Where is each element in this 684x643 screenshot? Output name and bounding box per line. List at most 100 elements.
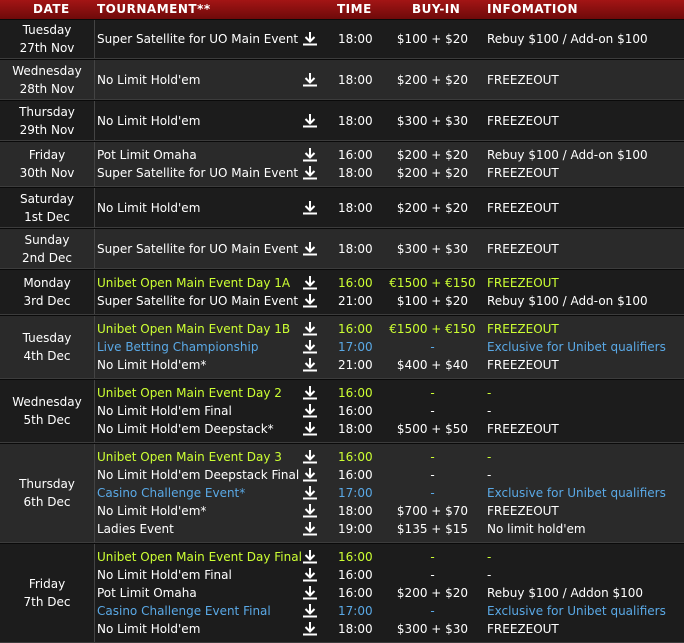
event-row: Unibet Open Main Event Day 3 16:00- - xyxy=(95,448,684,466)
event-buyin: - xyxy=(430,450,435,464)
event-info: FREEZEOUT xyxy=(487,422,559,436)
event-info: FREEZEOUT xyxy=(487,166,559,180)
tournament-name: Super Satellite for UO Main Event xyxy=(97,166,299,180)
download-arrow-icon[interactable] xyxy=(303,602,317,618)
download-arrow-icon[interactable] xyxy=(303,620,317,636)
tournament-name: Pot Limit Omaha xyxy=(97,586,197,600)
event-info: FREEZEOUT xyxy=(487,322,559,336)
download-arrow-icon[interactable] xyxy=(303,448,317,464)
tournament-name: No Limit Hold'em* xyxy=(97,504,207,518)
tournament-name: Super Satellite for UO Main Event xyxy=(97,241,299,256)
day-group: Saturday 1st Dec No Limit Hold'em 18:00 $200… xyxy=(0,187,684,228)
tournament-name: Super Satellite for UO Main Event xyxy=(97,294,299,308)
date-cell: Friday 30th Nov xyxy=(0,142,95,186)
day-date: 2nd Dec xyxy=(22,250,72,265)
tournament-name: Unibet Open Main Event Day 2 xyxy=(97,386,282,400)
day-name: Sunday xyxy=(24,232,70,247)
event-list: No Limit Hold'em 18:00 $200 + $20 FREEZEOUT xyxy=(95,60,684,99)
tournament-name: No Limit Hold'em xyxy=(97,113,201,128)
event-info: Exclusive for Unibet qualifiers xyxy=(487,340,666,354)
tournament-name: Casino Challenge Event* xyxy=(97,486,246,500)
event-info: FREEZEOUT xyxy=(487,358,559,372)
event-row: No Limit Hold'em Deepstack* 18:00 $500 + $… xyxy=(95,420,684,438)
event-row: Unibet Open Main Event Day 2 16:00- - xyxy=(95,384,684,402)
event-row: No Limit Hold'em 18:00 $200 + $20 FREEZEOUT xyxy=(95,71,684,89)
download-arrow-icon[interactable] xyxy=(303,164,317,180)
event-list: Unibet Open Main Event Day Final 16:00- - N… xyxy=(95,544,684,642)
event-row: Casino Challenge Event* 17:00- Exclusive f… xyxy=(95,484,684,502)
event-info: - xyxy=(487,386,492,400)
download-arrow-icon[interactable] xyxy=(303,384,317,400)
day-date: 4th Dec xyxy=(23,349,71,363)
day-name: Saturday xyxy=(19,191,75,206)
event-buyin: - xyxy=(430,550,435,564)
event-info: Rebuy $100 / Add-on $100 xyxy=(487,294,648,308)
day-group: Wednesday 28th Nov No Limit Hold'em 18:00 $2… xyxy=(0,59,684,100)
download-arrow-icon[interactable] xyxy=(303,466,317,482)
date-cell: Monday 3rd Dec xyxy=(0,270,95,314)
tournament-name: No Limit Hold'em* xyxy=(97,358,207,372)
download-arrow-icon[interactable] xyxy=(303,484,317,500)
download-arrow-icon[interactable] xyxy=(303,420,317,436)
day-date: 27th Nov xyxy=(19,41,75,55)
download-arrow-icon[interactable] xyxy=(303,199,317,215)
day-date: 6th Dec xyxy=(23,495,71,509)
header-info: INFOMATION xyxy=(487,2,579,16)
download-arrow-icon[interactable] xyxy=(303,320,317,336)
event-info: - xyxy=(487,468,492,482)
event-row: Ladies Event 19:00 $135 + $15 No limit hold… xyxy=(95,520,684,538)
event-info: FREEZEOUT xyxy=(487,504,559,518)
event-row: Casino Challenge Event Final 17:00- Exclus… xyxy=(95,602,684,620)
event-list: Super Satellite for UO Main Event 18:00 $1… xyxy=(95,20,684,58)
download-arrow-icon[interactable] xyxy=(303,584,317,600)
event-row: No Limit Hold'em 18:00 $300 + $30 FREEZEOUT xyxy=(95,620,684,638)
event-row: Unibet Open Main Event Day 1A 16:00 €1500 … xyxy=(95,274,684,292)
download-arrow-icon[interactable] xyxy=(303,566,317,582)
download-arrow-icon[interactable] xyxy=(303,274,317,290)
event-list: No Limit Hold'em 18:00 $300 + $30 FREEZEOUT xyxy=(95,101,684,140)
day-date: 30th Nov xyxy=(19,166,75,180)
event-list: Super Satellite for UO Main Event 18:00 $3… xyxy=(95,229,684,268)
download-arrow-icon[interactable] xyxy=(303,30,317,46)
day-group: Friday 30th Nov Pot Limit Omaha 16:00 $200 +… xyxy=(0,141,684,187)
download-arrow-icon[interactable] xyxy=(303,338,317,354)
day-group: Sunday 2nd Dec Super Satellite for UO Main… xyxy=(0,228,684,269)
header-tournament: TOURNAMENT** xyxy=(97,2,211,16)
event-row: Pot Limit Omaha 16:00 $200 + $20 Rebuy $100… xyxy=(95,584,684,602)
event-list: Unibet Open Main Event Day 1A 16:00 €1500 … xyxy=(95,270,684,314)
tournament-name: No Limit Hold'em Final xyxy=(97,404,232,418)
download-arrow-icon[interactable] xyxy=(303,356,317,372)
event-row: No Limit Hold'em Deepstack Final 16:00- - xyxy=(95,466,684,484)
day-name: Tuesday xyxy=(22,23,72,37)
event-row: Super Satellite for UO Main Event 18:00 $1… xyxy=(95,30,684,48)
event-info: - xyxy=(487,550,492,564)
download-arrow-icon[interactable] xyxy=(303,520,317,536)
event-info: - xyxy=(487,404,492,418)
event-row: Super Satellite for UO Main Event 18:00 $2… xyxy=(95,164,684,182)
event-info: Exclusive for Unibet qualifiers xyxy=(487,486,666,500)
download-arrow-icon[interactable] xyxy=(303,402,317,418)
event-list: Unibet Open Main Event Day 3 16:00- - No Li… xyxy=(95,444,684,542)
event-buyin: - xyxy=(430,568,435,582)
download-arrow-icon[interactable] xyxy=(303,502,317,518)
tournament-name: No Limit Hold'em Final xyxy=(97,568,232,582)
event-info: FREEZEOUT xyxy=(487,72,559,87)
day-name: Thursday xyxy=(19,104,75,119)
day-date: 5th Dec xyxy=(23,413,71,427)
tournament-name: Unibet Open Main Event Day Final xyxy=(97,550,302,564)
event-row: Live Betting Championship 17:00- Exclusive… xyxy=(95,338,684,356)
download-arrow-icon[interactable] xyxy=(303,71,317,87)
download-arrow-icon[interactable] xyxy=(303,146,317,162)
day-date: 3rd Dec xyxy=(23,294,71,308)
download-arrow-icon[interactable] xyxy=(303,292,317,308)
event-list: No Limit Hold'em 18:00 $200 + $20 FREEZEOUT xyxy=(95,188,684,227)
date-cell: Sunday 2nd Dec xyxy=(0,229,95,268)
day-date: 7th Dec xyxy=(23,595,71,609)
tournament-name: Pot Limit Omaha xyxy=(97,148,197,162)
download-arrow-icon[interactable] xyxy=(303,548,317,564)
tournament-name: Super Satellite for UO Main Event xyxy=(97,32,299,46)
download-arrow-icon[interactable] xyxy=(303,112,317,128)
day-group: Tuesday 27th Nov Super Satellite for UO Ma… xyxy=(0,19,684,59)
day-name: Wednesday xyxy=(12,63,82,78)
download-arrow-icon[interactable] xyxy=(303,240,317,256)
